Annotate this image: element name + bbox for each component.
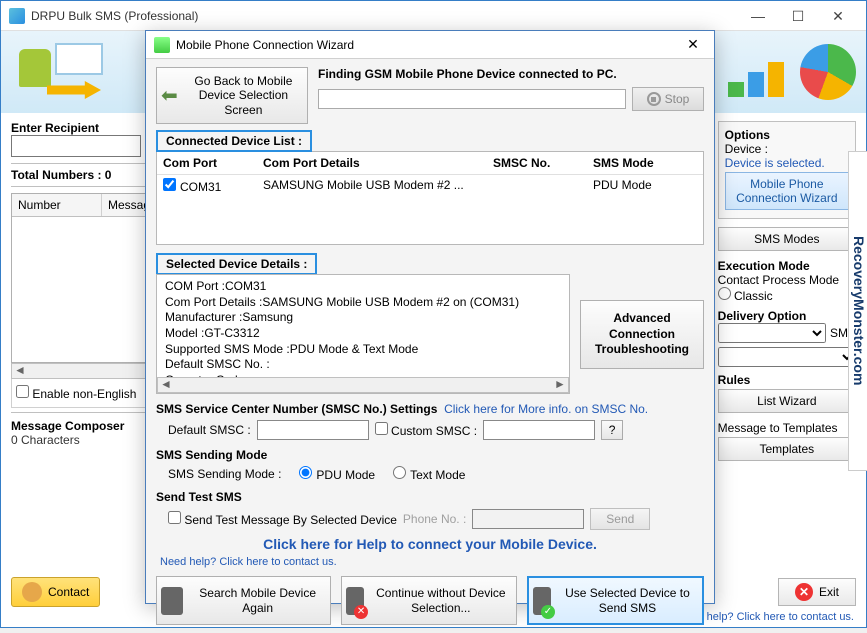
classic-radio[interactable]: Classic (718, 289, 773, 303)
app-icon (9, 8, 25, 24)
phone-use-icon: ✓ (533, 587, 551, 615)
exit-button[interactable]: ✕ Exit (778, 578, 856, 606)
dialog-close-button[interactable]: ✕ (680, 36, 706, 53)
search-again-button[interactable]: Search Mobile Device Again (156, 576, 331, 625)
send-button[interactable]: Send (590, 508, 650, 530)
android-icon (19, 49, 51, 87)
contact-mode-label: Contact Process Mode (718, 273, 856, 287)
contact-icon (22, 582, 42, 602)
bar-chart-icon (728, 47, 788, 97)
stop-icon (647, 92, 661, 106)
selected-details-label: Selected Device Details : (156, 253, 317, 275)
col-number[interactable]: Number (12, 194, 102, 216)
delivery-label: Delivery Option (718, 309, 856, 323)
close-button[interactable]: ✕ (818, 2, 858, 30)
to-templates-label: Message to Templates (718, 421, 856, 435)
col-com-details[interactable]: Com Port Details (257, 152, 487, 174)
stop-button[interactable]: Stop (632, 87, 704, 111)
phone-no-label: Phone No. : (403, 512, 466, 526)
phone-search-icon (161, 587, 183, 615)
progress-bar (318, 89, 626, 109)
smsc-head: SMS Service Center Number (SMSC No.) Set… (156, 402, 437, 416)
templates-button[interactable]: Templates (718, 437, 856, 461)
dialog-title: Mobile Phone Connection Wizard (176, 38, 680, 52)
maximize-button[interactable]: ☐ (778, 2, 818, 30)
custom-smsc-input[interactable] (483, 420, 595, 440)
envelope-icon (55, 43, 103, 75)
back-arrow-icon: ⬅ (161, 84, 178, 108)
sms-modes-button[interactable]: SMS Modes (718, 227, 856, 251)
minimize-button[interactable]: — (738, 2, 778, 30)
window-title: DRPU Bulk SMS (Professional) (31, 9, 738, 23)
help-link[interactable]: Click here for Help to connect your Mobi… (156, 536, 704, 552)
scroll-left-icon[interactable]: ◄ (158, 378, 174, 392)
continue-without-button[interactable]: ✕ Continue without Device Selection... (341, 576, 516, 625)
connected-list-label: Connected Device List : (156, 130, 312, 152)
device-status: Device is selected. (725, 156, 849, 170)
phone-no-input (472, 509, 584, 529)
connection-wizard-dialog: Mobile Phone Connection Wizard ✕ ⬅ Go Ba… (145, 30, 715, 604)
watermark: RecoveryMonster.com (848, 151, 867, 471)
device-checkbox[interactable] (163, 178, 176, 191)
pdu-radio[interactable]: PDU Mode (299, 466, 375, 482)
sending-mode-head: SMS Sending Mode (156, 448, 704, 462)
rules-label: Rules (718, 373, 856, 387)
text-radio[interactable]: Text Mode (393, 466, 465, 482)
col-sms-mode[interactable]: SMS Mode (587, 152, 687, 174)
exec-mode-label: Execution Mode (718, 259, 856, 273)
wizard-icon (154, 37, 170, 53)
list-wizard-button[interactable]: List Wizard (718, 389, 856, 413)
delivery-select[interactable] (718, 323, 826, 343)
details-hscroll[interactable]: ◄► (157, 377, 569, 393)
sendtest-head: Send Test SMS (156, 490, 704, 504)
col-com-port[interactable]: Com Port (157, 152, 257, 174)
default-smsc-input[interactable] (257, 420, 369, 440)
smsc-help-button[interactable]: ? (601, 420, 623, 440)
device-row[interactable]: COM31 SAMSUNG Mobile USB Modem #2 ... PD… (157, 175, 703, 197)
wizard-button[interactable]: Mobile Phone Connection Wizard (725, 172, 849, 210)
logo (11, 37, 151, 107)
scroll-right-icon[interactable]: ► (552, 378, 568, 392)
phone-skip-icon: ✕ (346, 587, 364, 615)
custom-smsc-checkbox[interactable]: Custom SMSC : (375, 422, 477, 438)
enable-non-english-checkbox[interactable]: Enable non-English (16, 387, 136, 401)
close-icon: ✕ (795, 583, 813, 601)
advanced-troubleshooting-button[interactable]: Advanced Connection Troubleshooting (580, 300, 704, 369)
dialog-contact-link[interactable]: Need help? Click here to contact us. (160, 556, 337, 568)
scroll-left-icon[interactable]: ◄ (12, 364, 28, 378)
device-list: Com Port Com Port Details SMSC No. SMS M… (156, 151, 704, 245)
options-head: Options (725, 128, 849, 142)
sendtest-checkbox[interactable]: Send Test Message By Selected Device (168, 511, 397, 527)
pie-chart-icon (800, 44, 856, 100)
selected-details: COM Port :COM31 Com Port Details :SAMSUN… (156, 274, 570, 394)
finding-label: Finding GSM Mobile Phone Device connecte… (318, 67, 704, 81)
use-selected-button[interactable]: ✓ Use Selected Device to Send SMS (527, 576, 704, 625)
device-label: Device : (725, 142, 849, 156)
contact-button[interactable]: Contact (11, 577, 100, 607)
default-smsc-label: Default SMSC : (168, 423, 251, 437)
arrow-icon (47, 81, 101, 99)
recipient-input[interactable] (11, 135, 141, 157)
sending-mode-label: SMS Sending Mode : (168, 467, 281, 481)
smsc-info-link[interactable]: Click here for More info. on SMSC No. (444, 402, 648, 416)
go-back-button[interactable]: ⬅ Go Back to Mobile Device Selection Scr… (156, 67, 308, 124)
delivery-select-2[interactable] (718, 347, 856, 367)
titlebar: DRPU Bulk SMS (Professional) — ☐ ✕ (1, 1, 866, 31)
col-smsc[interactable]: SMSC No. (487, 152, 587, 174)
